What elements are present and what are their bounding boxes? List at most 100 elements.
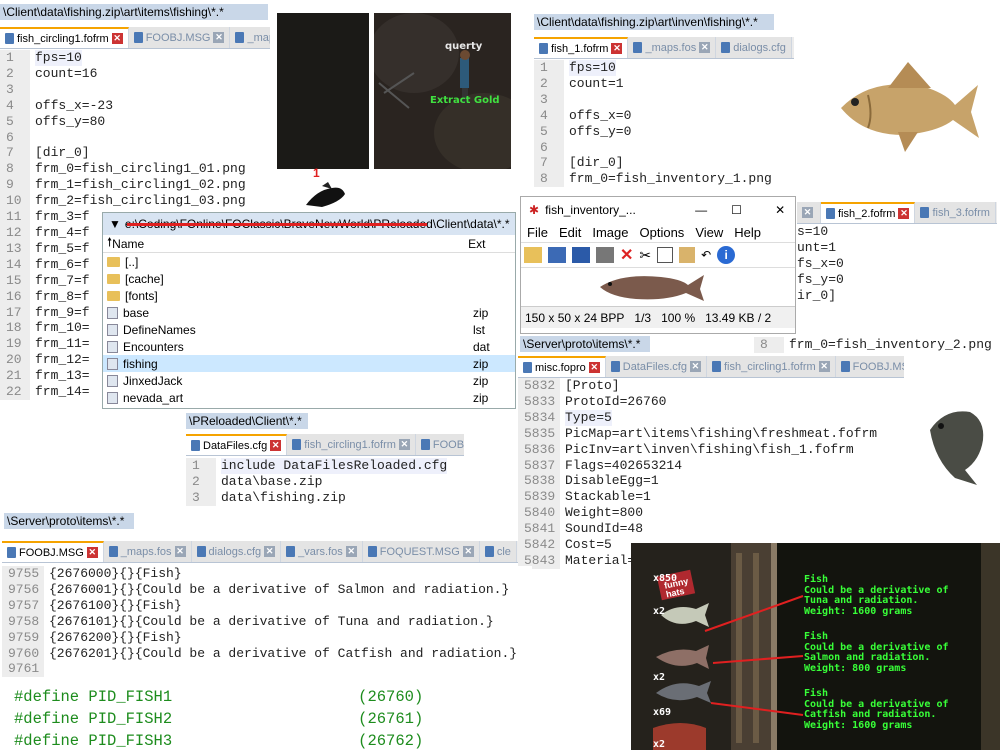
code-line[interactable]: 3	[534, 91, 794, 108]
file-row[interactable]: DefineNames lst	[103, 321, 515, 338]
code-line[interactable]: 10 frm_2=fish_circling1_03.png	[0, 193, 268, 210]
file-row[interactable]: base zip	[103, 304, 515, 321]
code-line[interactable]: 9759 {2676200}{}{Fish}	[2, 629, 532, 646]
tab-misc-fopro[interactable]: misc.fopro ✕	[518, 356, 606, 377]
code-line[interactable]: 6	[534, 139, 794, 156]
code-line[interactable]: s=10	[797, 224, 997, 240]
tab-datafiles-cfg[interactable]: DataFiles.cfg ✕	[605, 356, 707, 377]
code-line[interactable]: fs_y=0	[797, 272, 997, 288]
tab-cle[interactable]: cle	[479, 541, 517, 562]
file-row[interactable]: JinxedJack zip	[103, 372, 515, 389]
tab-fish-circling1[interactable]: fish_circling1.fofrm ✕	[287, 434, 416, 455]
code-line[interactable]: ir_0]	[797, 288, 997, 304]
menu-options[interactable]: Options	[640, 225, 685, 240]
minimize-button[interactable]: —	[695, 203, 731, 217]
code-editor[interactable]: 1 fps=10 2 count=1 3 4 offs_x=0 5 offs_y=0 6 7 [dir…	[534, 60, 794, 192]
code-line[interactable]: 9756 {2676001}{}{Could be a derivative of…	[2, 581, 532, 598]
menu-view[interactable]: View	[695, 225, 723, 240]
code-line[interactable]: 3	[0, 81, 268, 98]
code-line[interactable]: 5836 PicInv=art\inven\fishing\fish_1.fofr…	[518, 441, 904, 458]
menu-edit[interactable]: Edit	[559, 225, 581, 240]
code-line[interactable]: 9760 {2676201}{}{Could be a derivative of…	[2, 645, 532, 662]
close-icon[interactable]: ✕	[345, 546, 357, 557]
tab-foquest-msg[interactable]: FOQUEST.MSG ✕	[362, 541, 480, 562]
code-line[interactable]: 5835 PicMap=art\items\fishing\freshmeat.f…	[518, 425, 904, 442]
code-line[interactable]: 2 count=16	[0, 65, 268, 82]
code-line[interactable]: fs_x=0	[797, 256, 997, 272]
menu-image[interactable]: Image	[592, 225, 628, 240]
file-row[interactable]: [..]	[103, 253, 515, 270]
code-line[interactable]: 5837 Flags=402653214	[518, 457, 904, 474]
tab-prev[interactable]: ✕	[797, 202, 821, 223]
code-line[interactable]: 9755 {2676000}{}{Fish}	[2, 566, 532, 582]
code-line[interactable]: 9 frm_1=fish_circling1_02.png	[0, 177, 268, 194]
close-icon[interactable]: ✕	[213, 32, 225, 43]
file-row[interactable]: [fonts]	[103, 287, 515, 304]
tab-vars-fos[interactable]: _vars.fos ✕	[281, 541, 363, 562]
print-icon[interactable]	[596, 247, 614, 263]
code-line[interactable]: 5838 DisableEgg=1	[518, 473, 904, 490]
tab-foobj[interactable]: FOOBJ	[415, 434, 464, 455]
menu-file[interactable]: File	[527, 225, 548, 240]
code-line[interactable]: 9761	[2, 661, 532, 678]
code-line[interactable]: 8 frm_0=fish_inventory_2.png	[754, 337, 1000, 353]
paste-icon[interactable]	[679, 247, 696, 263]
close-icon[interactable]: ✕	[588, 362, 600, 373]
copy-icon[interactable]	[657, 247, 674, 263]
code-line[interactable]: 6	[0, 129, 268, 146]
code-line[interactable]: 1 include DataFilesReloaded.cfg	[186, 458, 464, 474]
code-line[interactable]: 8 frm_0=fish_inventory_1.png	[534, 171, 794, 188]
tab-fish-1[interactable]: fish_1.fofrm ✕	[534, 37, 629, 58]
code-line[interactable]: 4 offs_x=-23	[0, 97, 268, 114]
tab-foobj-msg[interactable]: FOOBJ.MSG ✕	[2, 541, 104, 562]
thumbnails-icon[interactable]	[548, 247, 566, 263]
file-row[interactable]: Encounters dat	[103, 338, 515, 355]
code-line[interactable]: 7 [dir_0]	[0, 145, 268, 162]
tab-fish-3[interactable]: fish_3.fofrm	[915, 202, 996, 223]
tab-fish-circling1[interactable]: fish_circling1.fofrm ✕	[0, 27, 129, 48]
file-row[interactable]: nevada_art zip	[103, 389, 515, 406]
close-icon[interactable]: ✕	[802, 207, 813, 218]
tab-dialogs-cfg[interactable]: dialogs.cfg ✕	[191, 541, 282, 562]
code-line[interactable]: 1 fps=10	[534, 60, 794, 76]
tab-datafiles-cfg[interactable]: DataFiles.cfg ✕	[186, 434, 288, 455]
code-line[interactable]: 3 data\fishing.zip	[186, 489, 464, 506]
code-line[interactable]: 5 offs_y=80	[0, 113, 268, 130]
close-icon[interactable]: ✕	[270, 440, 282, 451]
code-line[interactable]: 2 count=1	[534, 75, 794, 92]
code-line[interactable]: 5841 SoundId=48	[518, 521, 904, 538]
open-icon[interactable]	[524, 247, 542, 263]
undo-icon[interactable]: ↶	[701, 248, 711, 262]
col-ext[interactable]: Ext	[468, 237, 485, 251]
close-icon[interactable]: ✕	[86, 547, 98, 558]
close-icon[interactable]: ✕	[398, 439, 410, 450]
tab-foobj-msg[interactable]: FOOBJ.MSG ✕	[128, 27, 231, 48]
close-icon[interactable]: ✕	[111, 33, 123, 44]
code-line[interactable]: 9757 {2676100}{}{Fish}	[2, 597, 532, 614]
close-icon[interactable]: ✕	[898, 208, 910, 219]
code-line[interactable]: 5 offs_y=0	[534, 123, 794, 140]
code-line[interactable]: 9758 {2676101}{}{Could be a derivative of…	[2, 613, 532, 630]
code-line[interactable]: 1 fps=10	[0, 50, 268, 66]
code-line[interactable]: 4 offs_x=0	[534, 107, 794, 124]
menu-help[interactable]: Help	[734, 225, 761, 240]
close-icon[interactable]: ✕	[462, 546, 474, 557]
code-line[interactable]: unt=1	[797, 240, 997, 256]
info-icon[interactable]: i	[717, 246, 736, 264]
code-editor[interactable]: 9755 {2676000}{}{Fish} 9756 {2676001}{}{Cou…	[2, 566, 532, 678]
close-button[interactable]: ✕	[775, 203, 785, 217]
col-name[interactable]: Name	[112, 237, 468, 251]
code-editor[interactable]: s=10 unt=1 fs_x=0 fs_y=0 ir_0]	[797, 224, 997, 336]
code-line[interactable]: 5833 ProtoId=26760	[518, 393, 904, 410]
code-line[interactable]: 2 data\base.zip	[186, 473, 464, 490]
tab-fish-circling1[interactable]: fish_circling1.fofrm ✕	[706, 356, 836, 377]
delete-icon[interactable]: ✕	[620, 245, 633, 265]
tab-foobj-ms[interactable]: FOOBJ.MS	[835, 356, 904, 377]
tab-fish-2[interactable]: fish_2.fofrm ✕	[821, 202, 916, 223]
close-icon[interactable]: ✕	[818, 361, 830, 372]
dropdown-icon[interactable]: ▼	[109, 217, 121, 231]
tab-maps[interactable]: _maps	[230, 27, 270, 48]
tab-maps-fos[interactable]: _maps.fos ✕	[628, 37, 717, 58]
file-row[interactable]: fishing zip	[103, 355, 515, 372]
file-row[interactable]: [cache]	[103, 270, 515, 287]
